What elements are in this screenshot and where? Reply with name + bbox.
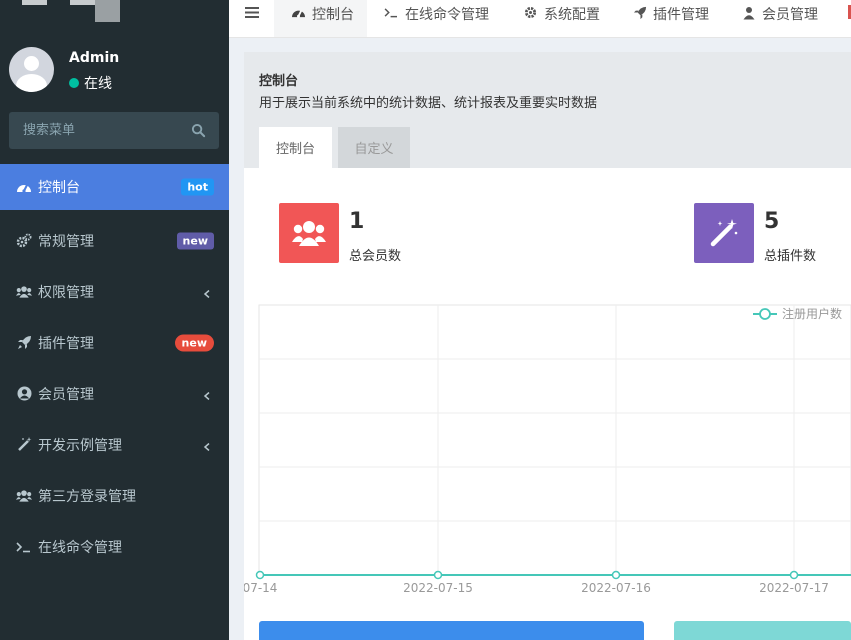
tab-label: 会员管理 xyxy=(762,7,818,23)
users-icon xyxy=(16,284,32,300)
sidebar-search xyxy=(9,112,219,149)
chart-series xyxy=(255,570,851,580)
info-box-teal xyxy=(674,621,851,640)
tab-members[interactable]: 会员管理 xyxy=(741,0,818,37)
stat-value: 5 xyxy=(764,209,780,234)
terminal-icon xyxy=(384,5,399,20)
tab-online-command[interactable]: 在线命令管理 xyxy=(384,0,489,37)
tab-label: 插件管理 xyxy=(653,7,709,23)
info-box-blue xyxy=(259,621,644,640)
sidebar-item-plugins[interactable]: 插件管理 new xyxy=(0,317,229,368)
page-description: 用于展示当前系统中的统计数据、统计报表及重要实时数据 xyxy=(259,96,598,111)
user-icon xyxy=(741,5,756,20)
chart-grid xyxy=(258,304,851,576)
tab-plugins[interactable]: 插件管理 xyxy=(632,0,709,37)
chart-point xyxy=(611,570,621,580)
chart-x-ticks: 07-14 2022-07-15 2022-07-16 2022-07-17 xyxy=(244,581,829,595)
registration-chart: 07-14 2022-07-15 2022-07-16 2022-07-17 注册用户… xyxy=(244,304,851,595)
dashboard-icon xyxy=(16,179,32,195)
stat-value: 1 xyxy=(349,209,365,234)
sidebar-item-third-party-login[interactable]: 第三方登录管理 xyxy=(0,470,229,521)
logo[interactable] xyxy=(0,0,229,26)
chart-plot-area xyxy=(258,304,851,576)
chart-x-tick-label: 2022-07-16 xyxy=(581,581,651,595)
stat-label: 总会员数 xyxy=(349,249,402,264)
top-navbar: 控制台 在线命令管理 系统配置 插件管理 会员管理 xyxy=(229,0,851,38)
chart-x-tick-label: 2022-07-15 xyxy=(403,581,473,595)
sidebar-menu: 控制台 hot 常规管理 new 权限管理 插件管理 new 会员管理 开发示例… xyxy=(0,164,229,572)
sidebar-item-online-command[interactable]: 在线命令管理 xyxy=(0,521,229,572)
sidebar-item-permissions[interactable]: 权限管理 xyxy=(0,266,229,317)
user-panel: Admin 在线 xyxy=(0,40,229,104)
chevron-left-icon xyxy=(203,392,210,400)
stat-label: 总插件数 xyxy=(764,249,817,264)
online-dot-icon xyxy=(69,78,79,88)
sidebar-item-label: 权限管理 xyxy=(38,284,94,301)
sidebar-item-general[interactable]: 常规管理 new xyxy=(0,215,229,266)
user-name: Admin xyxy=(69,50,120,66)
dashboard-panel: 1 总会员数 5 总插件数 07-14 2022-07-15 2022-07-16 2… xyxy=(244,168,851,640)
legend-marker xyxy=(759,308,771,320)
sidebar-item-label: 会员管理 xyxy=(38,386,94,403)
chart-point xyxy=(789,570,799,580)
sidebar-item-label: 在线命令管理 xyxy=(38,539,122,556)
chart-x-tick-label: 2022-07-17 xyxy=(759,581,829,595)
content-header: 控制台 用于展示当前系统中的统计数据、统计报表及重要实时数据 控制台 自定义 xyxy=(244,52,851,168)
rocket-icon xyxy=(16,335,32,351)
magic-icon xyxy=(16,437,32,453)
user-status: 在线 xyxy=(69,73,112,93)
sidebar-item-members[interactable]: 会员管理 xyxy=(0,368,229,419)
users-icon xyxy=(16,488,32,504)
tab-label: 系统配置 xyxy=(544,7,600,23)
chart-x-tick-label: 07-14 xyxy=(244,581,277,595)
sidebar: Admin 在线 控制台 hot 常规管理 new xyxy=(0,0,229,640)
dashboard-icon xyxy=(291,5,306,20)
sidebar-item-dev-examples[interactable]: 开发示例管理 xyxy=(0,419,229,470)
page-title: 控制台 xyxy=(259,74,299,89)
search-icon[interactable] xyxy=(191,123,206,138)
menu-search-input[interactable] xyxy=(9,112,193,149)
user-status-label: 在线 xyxy=(84,76,112,92)
chart-legend: 注册用户数 xyxy=(753,306,842,321)
cog-icon xyxy=(523,5,538,20)
chevron-left-icon xyxy=(203,443,210,451)
subtab-dashboard[interactable]: 控制台 xyxy=(259,127,332,168)
magic-icon xyxy=(694,203,754,263)
sidebar-item-label: 开发示例管理 xyxy=(38,437,122,454)
avatar xyxy=(9,47,54,92)
new-badge: new xyxy=(174,334,214,351)
chevron-left-icon xyxy=(203,290,210,298)
users-icon xyxy=(279,203,339,263)
sidebar-item-dashboard[interactable]: 控制台 hot xyxy=(0,164,229,210)
tab-system-config[interactable]: 系统配置 xyxy=(523,0,600,37)
rocket-icon xyxy=(632,5,647,20)
tab-label: 控制台 xyxy=(312,7,354,23)
hot-badge: hot xyxy=(181,178,214,196)
chart-point xyxy=(433,570,443,580)
new-badge: new xyxy=(176,232,214,249)
menu-toggle-icon[interactable] xyxy=(245,6,259,19)
tab-dashboard[interactable]: 控制台 xyxy=(274,0,367,37)
chart-point xyxy=(255,570,265,580)
user-circle-icon xyxy=(16,386,32,402)
tab-label: 在线命令管理 xyxy=(405,7,489,23)
cogs-icon xyxy=(16,233,32,249)
subtab-custom[interactable]: 自定义 xyxy=(338,127,410,168)
terminal-icon xyxy=(16,539,32,555)
sidebar-item-label: 第三方登录管理 xyxy=(38,488,136,505)
legend-label: 注册用户数 xyxy=(782,306,842,321)
